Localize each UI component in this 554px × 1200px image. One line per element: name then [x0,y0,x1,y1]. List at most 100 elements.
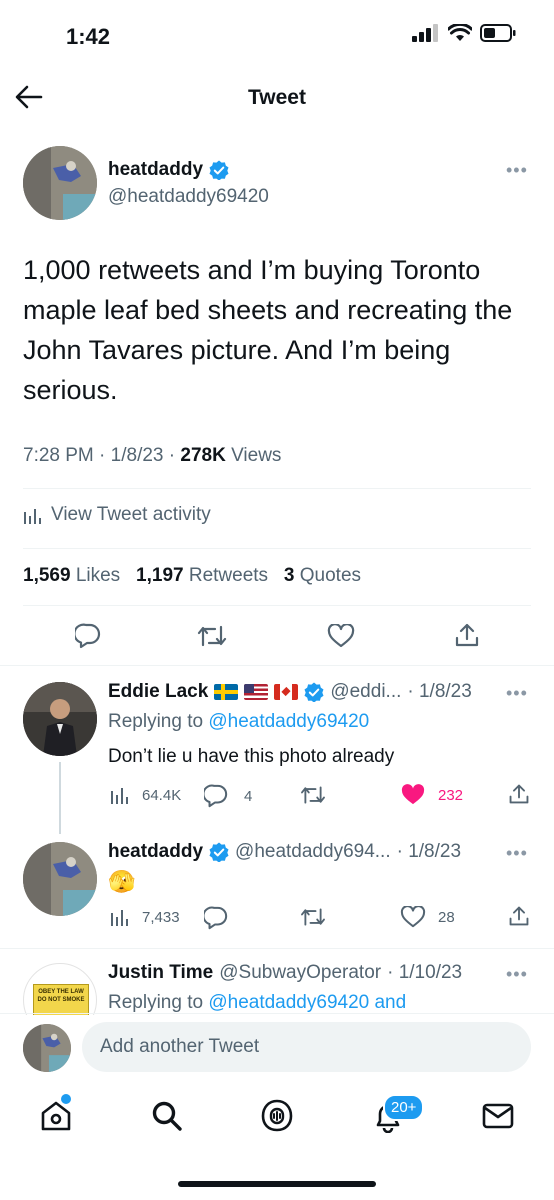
reply-author-name: Justin Time [108,962,214,983]
heart-icon [327,624,355,648]
avatar-image [23,682,97,756]
more-options-icon[interactable]: ••• [506,964,528,985]
views-count: 278K [180,445,226,466]
retweet-icon [301,786,325,804]
replying-to-link[interactable]: @heatdaddy69420 [208,711,369,732]
tab-home[interactable] [39,1094,73,1132]
home-icon [41,1101,71,1131]
reply-share-button[interactable] [508,783,530,805]
avatar-sign: OBEY THE LAW DO NOT SMOKE [33,984,89,1015]
verified-badge-icon [209,160,229,180]
notifications-badge: 20+ [383,1094,425,1121]
list-item[interactable]: OBEY THE LAW DO NOT SMOKE Justin Time @S… [0,949,554,1015]
reply-views[interactable]: 64.4K [110,785,181,805]
share-icon [509,784,529,804]
usa-flag-icon [244,684,269,700]
avatar-image [23,146,97,220]
view-tweet-activity[interactable]: View Tweet activity [23,504,211,526]
avatar-image [23,842,97,916]
reply-author-handle: @eddi... [330,681,402,702]
avatar: OBEY THE LAW DO NOT SMOKE [23,963,97,1015]
home-notification-dot [61,1094,71,1104]
reply-author[interactable]: Eddie Lack @eddi... · 1/8/23 [108,681,472,703]
avatar[interactable] [23,146,97,220]
reply-reply-button[interactable]: 4 [204,784,252,808]
tab-messages[interactable] [482,1103,514,1129]
more-options-icon[interactable]: ••• [506,683,528,704]
tab-spaces[interactable] [261,1099,293,1133]
verified-badge-icon [209,842,229,862]
reply-author-handle: @SubwayOperator [219,962,382,983]
reply-author-name: heatdaddy [108,841,204,862]
canada-flag-icon [274,684,299,700]
replying-to: Replying to @heatdaddy69420 [108,711,370,732]
avatar[interactable] [23,842,97,916]
reply-date: · 1/8/23 [396,841,462,862]
reply-icon [204,784,228,808]
like-button[interactable] [327,624,355,648]
likes-stat[interactable]: 1,569 Likes [23,565,120,586]
reply-like-button[interactable]: 232 [400,784,463,806]
status-icons [412,24,516,42]
reply-views[interactable]: 7,433 [110,907,180,927]
signal-icon [412,24,438,42]
analytics-icon [24,509,41,524]
battery-icon [480,24,516,42]
quotes-stat[interactable]: 3 Quotes [284,565,361,586]
mail-icon [482,1103,514,1129]
replying-to: Replying to @heatdaddy69420 and [108,992,407,1013]
wifi-icon [448,24,472,41]
tweet-time: 7:28 PM [23,445,94,466]
thread-line [59,762,61,834]
tweet-meta: 7:28 PM · 1/8/23 · 278K Views [23,445,282,466]
reply-author-handle: @heatdaddy694... [235,841,391,862]
analytics-icon [111,910,128,926]
verified-badge-icon [304,682,324,702]
author-name: heatdaddy [108,159,204,180]
retweets-stat[interactable]: 1,197 Retweets [136,565,268,586]
reply-button[interactable] [75,623,101,649]
more-options-icon[interactable]: ••• [506,843,528,864]
divider [23,548,531,549]
retweet-button[interactable] [197,623,227,649]
share-icon [509,906,529,926]
compose-reply-input[interactable]: Add another Tweet [82,1022,531,1072]
activity-label: View Tweet activity [51,504,211,525]
author-handle[interactable]: @heatdaddy69420 [108,186,269,208]
reply-share-button[interactable] [508,905,530,927]
reply-reply-button[interactable] [204,906,228,930]
divider [0,1013,554,1014]
avatar[interactable] [23,682,97,756]
spaces-icon [261,1099,293,1132]
page-title: Tweet [248,86,306,109]
reply-author-name: Eddie Lack [108,681,209,702]
reply-author: Justin Time @SubwayOperator · 1/10/23 [108,962,462,984]
divider [0,665,554,666]
reply-retweet-button[interactable] [300,784,326,806]
tab-search[interactable] [151,1100,183,1132]
reply-icon [75,623,101,649]
divider [23,605,531,606]
tweet-author[interactable]: heatdaddy [108,159,229,181]
analytics-icon [111,788,128,804]
reply-author[interactable]: heatdaddy @heatdaddy694... · 1/8/23 [108,841,461,863]
tweet-stats: 1,569 Likes 1,197 Retweets 3 Quotes [23,565,361,587]
home-indicator [178,1181,376,1187]
reply-text: Don’t lie u have this photo already [108,746,395,767]
share-button[interactable] [454,622,480,648]
views-label: Views [231,445,282,466]
reply-icon [204,906,228,930]
replying-to-link[interactable]: @heatdaddy69420 and [208,992,406,1013]
reply-date: · 1/10/23 [387,962,463,983]
tweet-date: 1/8/23 [110,445,164,466]
sweden-flag-icon [214,684,239,700]
more-options-icon[interactable]: ••• [506,160,528,181]
heart-filled-icon [401,784,425,805]
reply-date: · 1/8/23 [407,681,472,702]
divider [23,488,531,489]
status-time: 1:42 [66,24,111,49]
reply-text: 🫣 [108,869,136,894]
avatar-image [23,1024,71,1072]
reply-like-button[interactable]: 28 [400,906,455,928]
reply-retweet-button[interactable] [300,906,326,928]
